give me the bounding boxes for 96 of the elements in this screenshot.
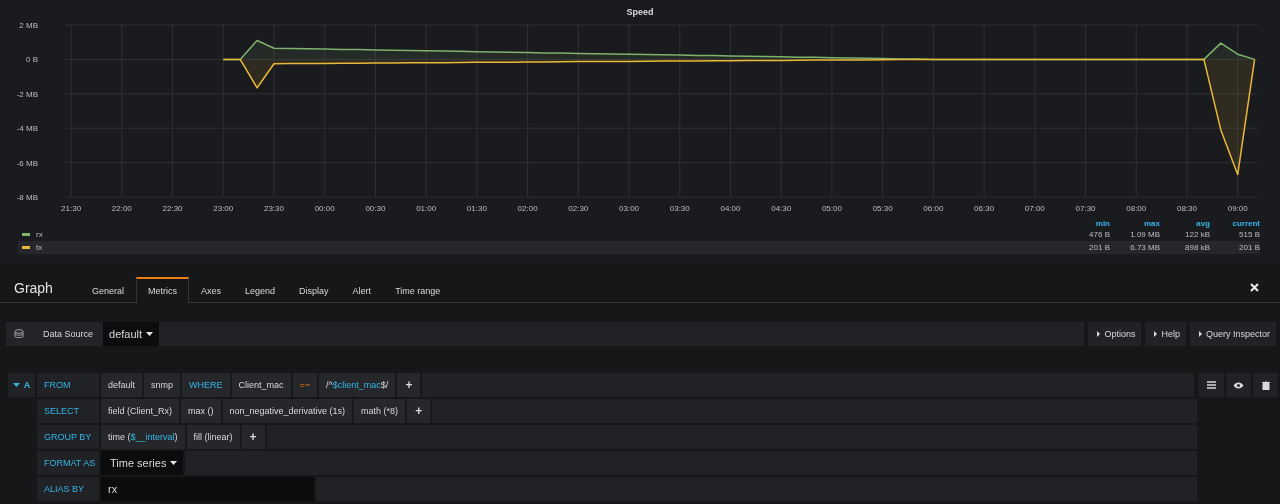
x-axis-label: 03:30: [669, 204, 690, 213]
x-axis-label: 08:00: [1126, 204, 1147, 213]
legend-row[interactable]: rx 476 B 1.09 MB 122 kB 515 B: [18, 228, 1260, 241]
x-axis-label: 06:30: [974, 204, 995, 213]
collapsible-button[interactable]: Help: [1145, 322, 1186, 346]
query-toggle[interactable]: A: [8, 373, 35, 397]
x-axis-label: 06:00: [923, 204, 944, 213]
y-axis-label: -6 MB: [16, 158, 38, 168]
tab[interactable]: Legend: [233, 277, 288, 303]
format-dropdown[interactable]: Time series: [101, 451, 183, 475]
trash-icon: [1261, 380, 1270, 390]
x-axis-label: 05:30: [872, 204, 893, 213]
query-keyword: FORMAT AS: [37, 451, 99, 475]
query-keyword: WHERE: [182, 373, 230, 397]
tab[interactable]: Display: [287, 277, 341, 303]
add-button[interactable]: +: [397, 373, 421, 397]
legend-value: 1.09 MB: [1129, 230, 1160, 239]
legend-column-header[interactable]: avg: [1160, 218, 1210, 228]
database-icon: [14, 329, 24, 339]
trash-icon-button[interactable]: [1253, 373, 1278, 397]
x-axis-label: 00:00: [314, 204, 335, 213]
collapsible-button[interactable]: Query Inspector: [1189, 322, 1276, 346]
query-part[interactable]: field (Client_Rx): [101, 399, 180, 423]
tab[interactable]: Alert: [340, 277, 384, 303]
legend-column-header[interactable]: min: [1060, 218, 1110, 228]
legend-value: 201 B: [1238, 243, 1260, 252]
x-axis-label: 09:00: [1227, 204, 1248, 213]
add-button[interactable]: +: [241, 425, 265, 449]
y-axis-label: -4 MB: [16, 124, 38, 134]
legend-value: 515 B: [1238, 230, 1260, 239]
legend-value: 201 B: [1088, 243, 1110, 252]
query-part[interactable]: Client_mac: [231, 373, 291, 397]
query-part[interactable]: snmp: [144, 373, 181, 397]
tab[interactable]: Axes: [189, 277, 234, 303]
y-axis-label: -8 MB: [16, 193, 38, 202]
caret-right-icon: [1097, 331, 1101, 337]
query-part[interactable]: math (*8): [354, 399, 406, 423]
legend-value: 898 kB: [1184, 243, 1210, 252]
x-axis-label: 22:30: [162, 204, 183, 213]
x-axis-label: 00:30: [365, 204, 386, 213]
caret-right-icon: [1198, 331, 1202, 337]
x-axis-label: 08:30: [1176, 204, 1197, 213]
x-axis-label: 23:00: [213, 204, 234, 213]
editor-title: Graph: [14, 280, 54, 298]
query-part[interactable]: default: [101, 373, 143, 397]
x-axis-label: 07:30: [1075, 204, 1096, 213]
x-axis-label: 03:00: [619, 204, 640, 213]
eye-icon-button[interactable]: [1226, 373, 1251, 397]
series-name[interactable]: tx: [36, 243, 43, 252]
caret-icon: [12, 383, 20, 387]
legend-column-header[interactable]: current: [1210, 218, 1260, 228]
x-axis-label: 04:30: [771, 204, 792, 213]
data-source-dropdown[interactable]: default: [103, 322, 160, 346]
x-axis-label: 01:00: [416, 204, 437, 213]
x-axis-label: 21:30: [61, 204, 82, 213]
x-axis-label: 01:30: [466, 204, 487, 213]
tab[interactable]: General: [80, 277, 137, 303]
legend-column-header[interactable]: max: [1110, 218, 1160, 228]
y-axis-label: 2 MB: [19, 21, 38, 30]
x-axis-label: 04:00: [720, 204, 741, 213]
alias-input-field[interactable]: rx: [101, 477, 314, 501]
tab[interactable]: Metrics: [136, 277, 190, 303]
caret-right-icon: [1154, 331, 1158, 337]
query-operator[interactable]: =~: [292, 373, 318, 397]
query-keyword: ALIAS BY: [37, 477, 99, 501]
x-axis-label: 05:00: [821, 204, 842, 213]
query-part[interactable]: fill (linear): [186, 425, 240, 449]
legend-row[interactable]: tx 201 B 6.73 MB 898 kB 201 B: [18, 241, 1260, 254]
eye-icon: [1233, 381, 1244, 389]
legend-value: 122 kB: [1184, 230, 1210, 239]
menu-icon: [1207, 381, 1216, 389]
query-keyword: GROUP BY: [37, 425, 99, 449]
series-name[interactable]: rx: [36, 230, 43, 239]
add-button[interactable]: +: [407, 399, 431, 423]
x-axis-label: 02:00: [517, 204, 538, 213]
x-axis-label: 07:00: [1024, 204, 1045, 213]
query-keyword: FROM: [37, 373, 99, 397]
menu-icon-button[interactable]: [1199, 373, 1224, 397]
query-part[interactable]: max (): [181, 399, 221, 423]
chart-title: Speed: [626, 7, 654, 17]
y-axis-label: -2 MB: [16, 89, 38, 99]
collapsible-button[interactable]: Options: [1088, 322, 1142, 346]
query-part[interactable]: time ($__interval): [101, 425, 185, 449]
legend-value: 6.73 MB: [1129, 243, 1160, 252]
caret-icon: [146, 332, 154, 336]
tab[interactable]: Time range: [383, 277, 453, 303]
x-axis-label: 23:30: [263, 204, 284, 213]
query-keyword: SELECT: [37, 399, 99, 423]
close-icon[interactable]: [1250, 283, 1259, 292]
x-axis-label: 02:30: [568, 204, 589, 213]
query-part[interactable]: /^$client_mac$/: [319, 373, 396, 397]
y-axis-label: 0 B: [26, 55, 38, 65]
legend-value: 476 B: [1088, 230, 1110, 239]
x-axis-label: 22:00: [111, 204, 132, 213]
caret-icon: [170, 461, 177, 465]
query-part[interactable]: non_negative_derivative (1s): [222, 399, 353, 423]
